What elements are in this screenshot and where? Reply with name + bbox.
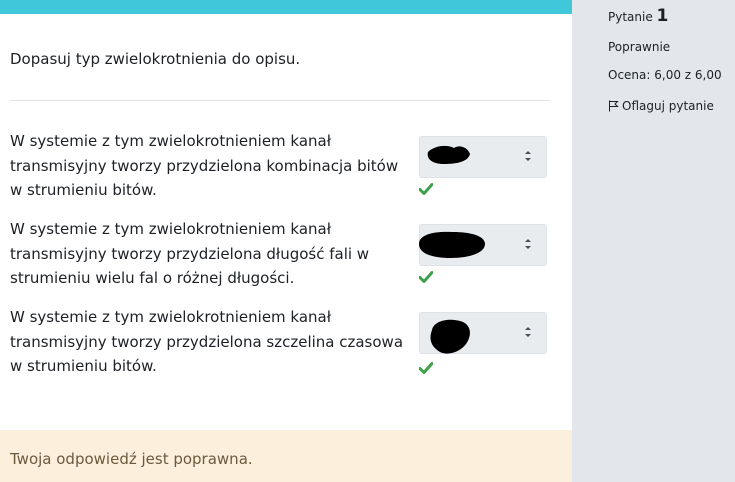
flag-icon [609, 100, 619, 112]
match-row-1-text: W systemie z tym zwielokrotnieniem kanał… [10, 132, 399, 199]
divider [10, 100, 550, 101]
match-row-3-text: W systemie z tym zwielokrotnieniem kanał… [10, 308, 404, 375]
question-prompt: Dopasuj typ zwielokrotnienia do opisu. [10, 50, 301, 68]
question-content: Dopasuj typ zwielokrotnienia do opisu. W… [0, 0, 572, 482]
check-icon [419, 362, 433, 374]
check-icon [419, 183, 433, 195]
question-number-value: 1 [656, 6, 669, 26]
redaction-mark [430, 319, 470, 354]
question-header-bar [0, 0, 572, 14]
question-grade: Ocena: 6,00 z 6,00 [608, 68, 722, 82]
question-info-panel: Pytanie 1 Poprawnie Ocena: 6,00 z 6,00 O… [572, 0, 735, 482]
redaction-mark [427, 145, 470, 164]
check-icon [419, 271, 433, 283]
select-arrows-icon [525, 151, 531, 161]
flag-question-link[interactable]: Oflaguj pytanie [608, 99, 714, 113]
redaction-mark [419, 231, 485, 258]
select-arrows-icon [525, 327, 531, 337]
question-number: Pytanie 1 [608, 6, 668, 26]
select-arrows-icon [525, 239, 531, 249]
feedback-text: Twoja odpowiedź jest poprawna. [10, 450, 253, 468]
question-label: Pytanie [608, 10, 653, 24]
flag-question-label: Oflaguj pytanie [622, 99, 714, 113]
question-state: Poprawnie [608, 40, 671, 54]
feedback-box: Twoja odpowiedź jest poprawna. [0, 430, 572, 482]
match-row-2-text: W systemie z tym zwielokrotnieniem kanał… [10, 220, 370, 287]
